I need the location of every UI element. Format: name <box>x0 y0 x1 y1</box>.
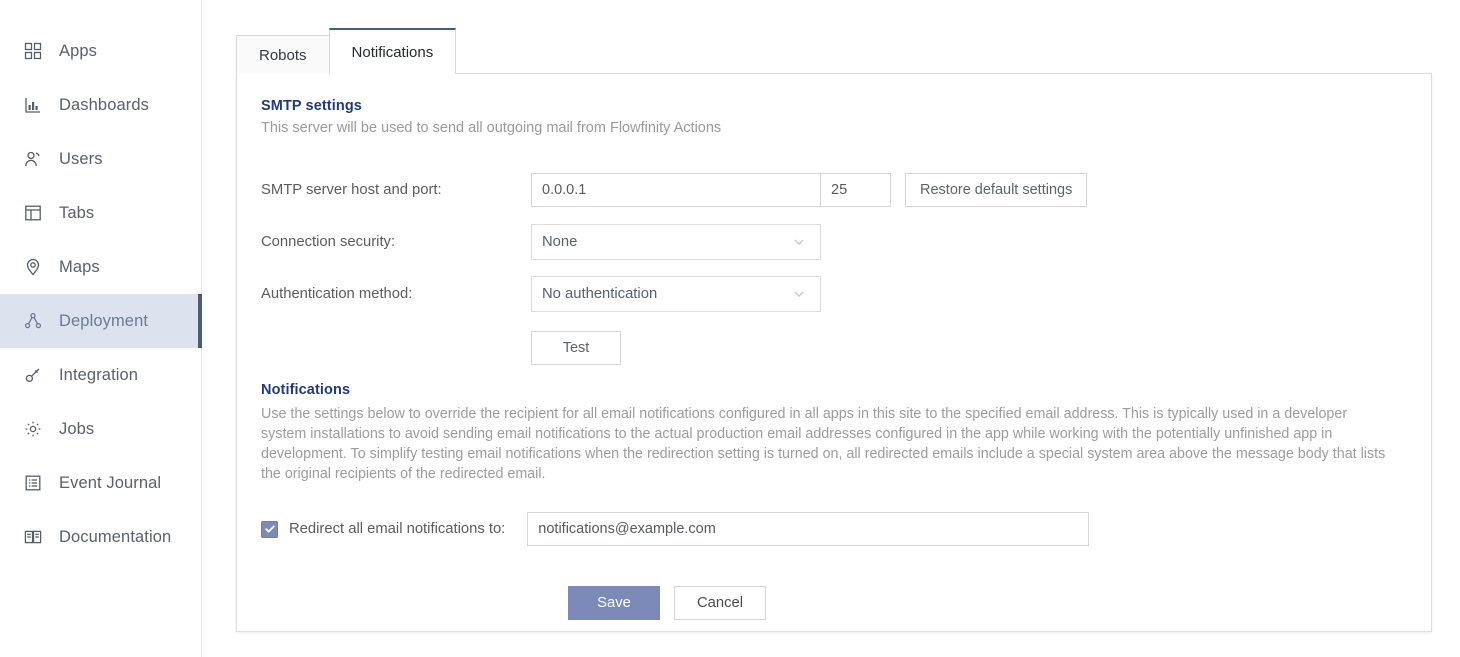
map-pin-icon <box>23 257 43 277</box>
smtp-port-input[interactable] <box>821 173 891 207</box>
authentication-method-row: Authentication method: No authentication <box>261 268 1403 320</box>
gear-icon <box>23 419 43 439</box>
sidebar-item-label: Event Journal <box>59 473 162 492</box>
sidebar-item-documentation[interactable]: Documentation <box>0 510 201 564</box>
redirect-checkbox[interactable] <box>261 520 278 538</box>
connection-security-select[interactable]: None <box>531 224 821 260</box>
sidebar-item-label: Apps <box>59 41 98 60</box>
book-icon <box>23 527 43 547</box>
sidebar-item-apps[interactable]: Apps <box>0 24 201 78</box>
sidebar-item-dashboards[interactable]: Dashboards <box>0 78 201 132</box>
redirect-row: Redirect all email notifications to: <box>261 512 1403 546</box>
smtp-section-subtitle: This server will be used to send all out… <box>261 120 722 136</box>
tab-robots[interactable]: Robots <box>236 35 330 74</box>
sidebar-item-label: Jobs <box>59 419 95 438</box>
sidebar-item-deployment[interactable]: Deployment <box>0 294 202 348</box>
chevron-down-icon <box>792 235 810 249</box>
sidebar-item-label: Deployment <box>59 311 149 330</box>
tab-label: Notifications <box>351 43 434 61</box>
app-root: Apps Dashboards Users Tabs Maps Deployme… <box>0 0 1460 657</box>
sidebar-item-users[interactable]: Users <box>0 132 201 186</box>
sidebar-item-jobs[interactable]: Jobs <box>0 402 201 456</box>
layout-icon <box>23 203 43 223</box>
chevron-down-icon <box>792 287 810 301</box>
redirect-email-input[interactable] <box>527 512 1090 546</box>
main-content: Robots Notifications SMTP settings This … <box>202 0 1460 657</box>
smtp-form: SMTP server host and port: Restore defau… <box>261 164 1403 376</box>
sidebar-item-label: Integration <box>59 365 139 384</box>
tab-label: Robots <box>259 46 307 64</box>
sidebar-item-label: Tabs <box>59 203 95 222</box>
smtp-section-title: SMTP settings <box>261 98 362 114</box>
smtp-host-label: SMTP server host and port: <box>261 182 442 198</box>
plug-icon <box>23 365 43 385</box>
sidebar-item-label: Maps <box>59 257 100 276</box>
sidebar-item-label: Users <box>59 149 103 168</box>
bar-chart-icon <box>23 95 43 115</box>
authentication-method-value: No authentication <box>542 286 658 302</box>
smtp-host-row: SMTP server host and port: Restore defau… <box>261 164 1403 216</box>
sidebar-item-integration[interactable]: Integration <box>0 348 201 402</box>
connection-security-row: Connection security: None <box>261 216 1403 268</box>
test-button[interactable]: Test <box>531 331 621 365</box>
redirect-label: Redirect all email notifications to: <box>289 521 506 537</box>
sidebar-item-label: Documentation <box>59 527 172 546</box>
sidebar-item-tabs[interactable]: Tabs <box>0 186 201 240</box>
sidebar-item-maps[interactable]: Maps <box>0 240 201 294</box>
sidebar-item-event-journal[interactable]: Event Journal <box>0 456 201 510</box>
deployment-node-icon <box>23 311 43 331</box>
sidebar: Apps Dashboards Users Tabs Maps Deployme… <box>0 0 202 657</box>
authentication-method-label: Authentication method: <box>261 286 413 302</box>
connection-security-label: Connection security: <box>261 234 396 250</box>
authentication-method-select[interactable]: No authentication <box>531 276 821 312</box>
tab-notifications[interactable]: Notifications <box>328 28 457 74</box>
notifications-section: Notifications Use the settings below to … <box>261 382 1403 484</box>
settings-card: SMTP settings This server will be used t… <box>236 73 1432 632</box>
tab-bar: Robots Notifications <box>236 28 1460 74</box>
connection-security-value: None <box>542 234 578 250</box>
host-port-group <box>531 173 891 207</box>
form-actions: Save Cancel <box>261 586 1403 620</box>
grid-icon <box>23 41 43 61</box>
save-button[interactable]: Save <box>568 586 660 620</box>
smtp-host-input[interactable] <box>531 173 821 207</box>
sidebar-item-label: Dashboards <box>59 95 149 114</box>
cancel-button[interactable]: Cancel <box>674 586 766 620</box>
notifications-section-title: Notifications <box>261 382 351 398</box>
test-row: Test <box>261 320 1403 376</box>
restore-default-settings-button[interactable]: Restore default settings <box>905 173 1088 207</box>
users-icon <box>23 149 43 169</box>
journal-icon <box>23 473 43 493</box>
notifications-description: Use the settings below to override the r… <box>261 406 1386 482</box>
